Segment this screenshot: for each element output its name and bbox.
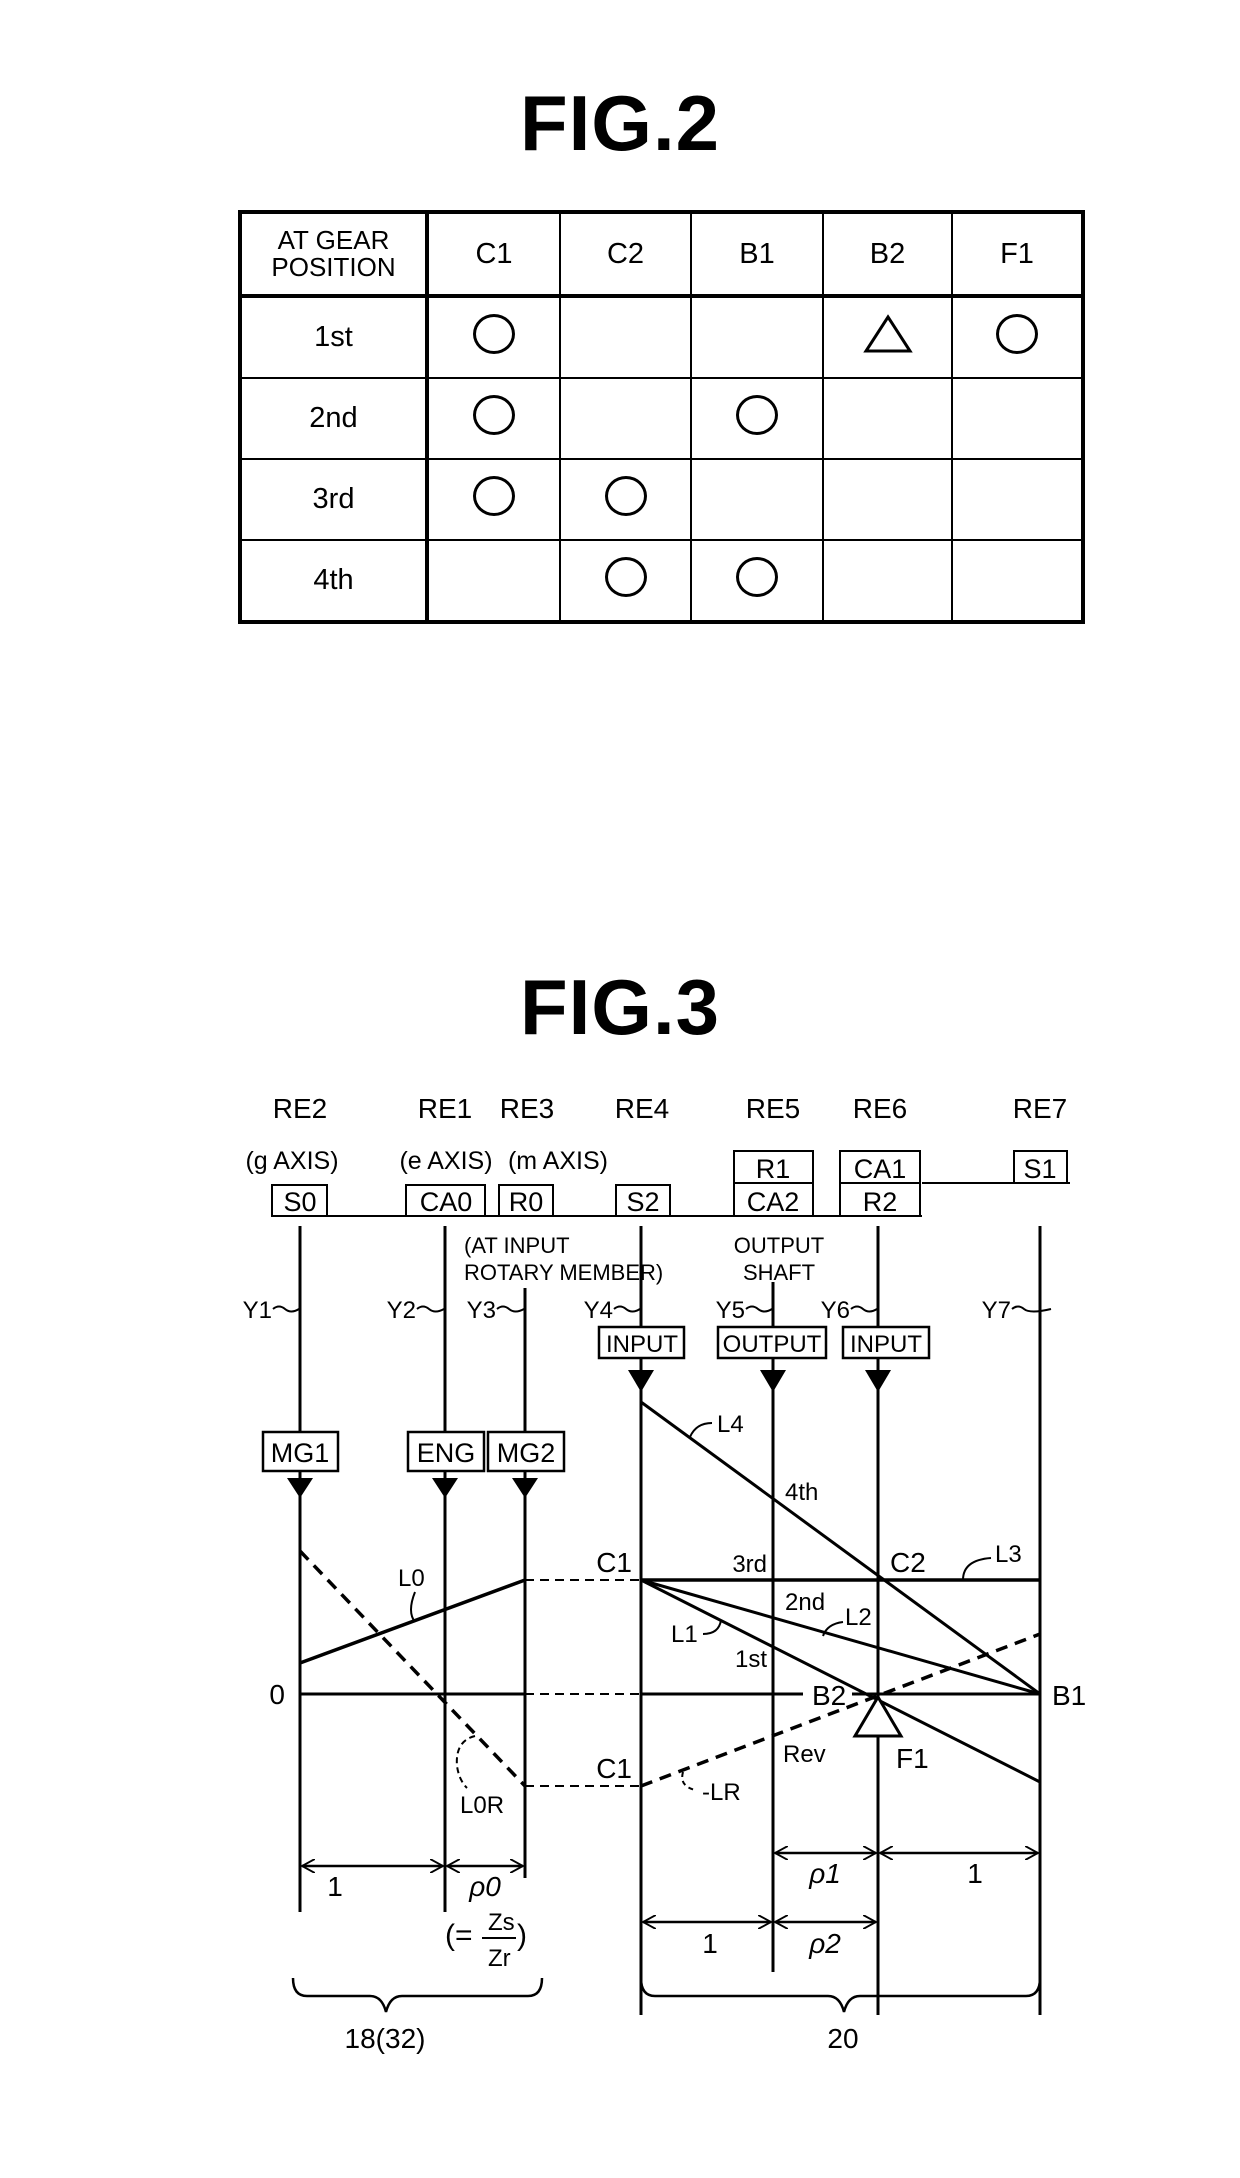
arrow-down-icon bbox=[628, 1370, 654, 1392]
dim-label-1-right-bottom: 1 bbox=[702, 1928, 718, 1959]
gear-label-2nd: 2nd bbox=[785, 1589, 825, 1616]
rho0-def-prefix: (= bbox=[445, 1919, 473, 1952]
arrow-down-icon bbox=[432, 1478, 458, 1498]
rho0-def-suffix: ) bbox=[517, 1919, 527, 1952]
note-output-shaft-line2: SHAFT bbox=[743, 1260, 815, 1285]
label-r1: R1 bbox=[756, 1154, 791, 1184]
label-ca1: CA1 bbox=[854, 1154, 907, 1184]
note-at-input-line1: (AT INPUT bbox=[464, 1233, 570, 1258]
lr-label: -LR bbox=[702, 1779, 741, 1806]
axis-name-g: (g AXIS) bbox=[245, 1147, 338, 1175]
y-label-y5: Y5 bbox=[716, 1297, 745, 1324]
arrow-down-icon bbox=[865, 1370, 891, 1392]
eng-label: ENG bbox=[417, 1438, 476, 1468]
label-ca2: CA2 bbox=[747, 1187, 800, 1217]
axis-label-re2: RE2 bbox=[273, 1093, 327, 1124]
axis-name-m: (m AXIS) bbox=[508, 1147, 608, 1175]
l0r-leader bbox=[455, 1735, 476, 1789]
note-at-input-line2: ROTARY MEMBER) bbox=[464, 1260, 663, 1285]
y-label-y7: Y7 bbox=[982, 1297, 1011, 1324]
axis-label-re1: RE1 bbox=[418, 1093, 472, 1124]
c1-bottom-label: C1 bbox=[596, 1753, 632, 1784]
l0-leader bbox=[410, 1591, 416, 1623]
l4-label: L4 bbox=[717, 1411, 744, 1438]
label-r0: R0 bbox=[509, 1187, 544, 1217]
input-label-re4: INPUT bbox=[606, 1331, 678, 1358]
b2-label: B2 bbox=[812, 1680, 846, 1711]
l0-label: L0 bbox=[398, 1565, 425, 1592]
label-r2: R2 bbox=[863, 1187, 898, 1217]
line-l4 bbox=[640, 1400, 1041, 1696]
gear-label-rev: Rev bbox=[783, 1741, 826, 1768]
l3-label: L3 bbox=[995, 1541, 1022, 1568]
input-label-re6: INPUT bbox=[850, 1331, 922, 1358]
l1-leader bbox=[702, 1619, 722, 1635]
one-way-clutch-icon bbox=[852, 1694, 904, 1738]
axis-label-re3: RE3 bbox=[500, 1093, 554, 1124]
y-label-y4: Y4 bbox=[584, 1297, 613, 1324]
group-label-right: 20 bbox=[827, 2023, 858, 2054]
mg2-label: MG2 bbox=[497, 1438, 556, 1468]
label-s2: S2 bbox=[626, 1187, 659, 1217]
axis-label-re5: RE5 bbox=[746, 1093, 800, 1124]
axis-label-re7: RE7 bbox=[1013, 1093, 1067, 1124]
lr-leader bbox=[681, 1771, 696, 1791]
group-label-left: 18(32) bbox=[345, 2023, 426, 2054]
dim-label-rho0: ρ0 bbox=[468, 1871, 501, 1902]
note-output-shaft-line1: OUTPUT bbox=[734, 1233, 824, 1258]
l4-leader bbox=[689, 1422, 713, 1438]
y-label-y3: Y3 bbox=[467, 1297, 496, 1324]
line-l0 bbox=[299, 1578, 526, 1665]
line-l2 bbox=[640, 1578, 1041, 1696]
b1-label: B1 bbox=[1052, 1680, 1086, 1711]
dim-label-rho2: ρ2 bbox=[808, 1928, 841, 1959]
f1-label: F1 bbox=[896, 1743, 929, 1774]
gear-label-1st: 1st bbox=[735, 1646, 767, 1673]
collinear-diagram: RE2 RE1 RE3 RE4 RE5 RE6 RE7 (g AXIS) (e … bbox=[243, 1093, 1087, 2054]
axis-label-re6: RE6 bbox=[853, 1093, 907, 1124]
l2-label: L2 bbox=[845, 1604, 872, 1631]
dim-label-1-right-top: 1 bbox=[967, 1858, 983, 1889]
y-label-y1: Y1 bbox=[243, 1297, 272, 1324]
dim-label-1-left: 1 bbox=[327, 1871, 343, 1902]
brace-left bbox=[291, 1977, 544, 2013]
l1-label: L1 bbox=[671, 1621, 698, 1648]
arrow-down-icon bbox=[512, 1478, 538, 1498]
y-label-y2: Y2 bbox=[387, 1297, 416, 1324]
dim-label-rho1: ρ1 bbox=[808, 1858, 841, 1889]
label-s1: S1 bbox=[1023, 1154, 1056, 1184]
power-arrows bbox=[287, 1478, 538, 1498]
output-label-re5: OUTPUT bbox=[723, 1331, 822, 1358]
c1-top-label: C1 bbox=[596, 1547, 632, 1578]
axis-labels: RE2 RE1 RE3 RE4 RE5 RE6 RE7 bbox=[273, 1093, 1067, 1124]
y-label-y6: Y6 bbox=[821, 1297, 850, 1324]
axis-name-e: (e AXIS) bbox=[399, 1147, 492, 1175]
l3-leader bbox=[962, 1557, 992, 1581]
rho0-numerator: Zs bbox=[488, 1909, 515, 1936]
gear-label-3rd: 3rd bbox=[732, 1551, 767, 1578]
rho0-definition: (= Zs Zr ) bbox=[445, 1909, 527, 1972]
arrow-down-icon bbox=[760, 1370, 786, 1392]
axis-label-re4: RE4 bbox=[615, 1093, 669, 1124]
arrow-down-icon bbox=[287, 1478, 313, 1498]
zero-label: 0 bbox=[269, 1679, 285, 1710]
mg1-label: MG1 bbox=[271, 1438, 330, 1468]
c2-label: C2 bbox=[890, 1547, 926, 1578]
label-s0: S0 bbox=[283, 1187, 316, 1217]
brace-right bbox=[639, 1977, 1042, 2013]
label-ca0: CA0 bbox=[420, 1187, 473, 1217]
l0r-label: L0R bbox=[460, 1792, 504, 1819]
io-arrows bbox=[628, 1370, 891, 1392]
gear-label-4th: 4th bbox=[785, 1479, 818, 1506]
rho0-denominator: Zr bbox=[488, 1945, 511, 1972]
